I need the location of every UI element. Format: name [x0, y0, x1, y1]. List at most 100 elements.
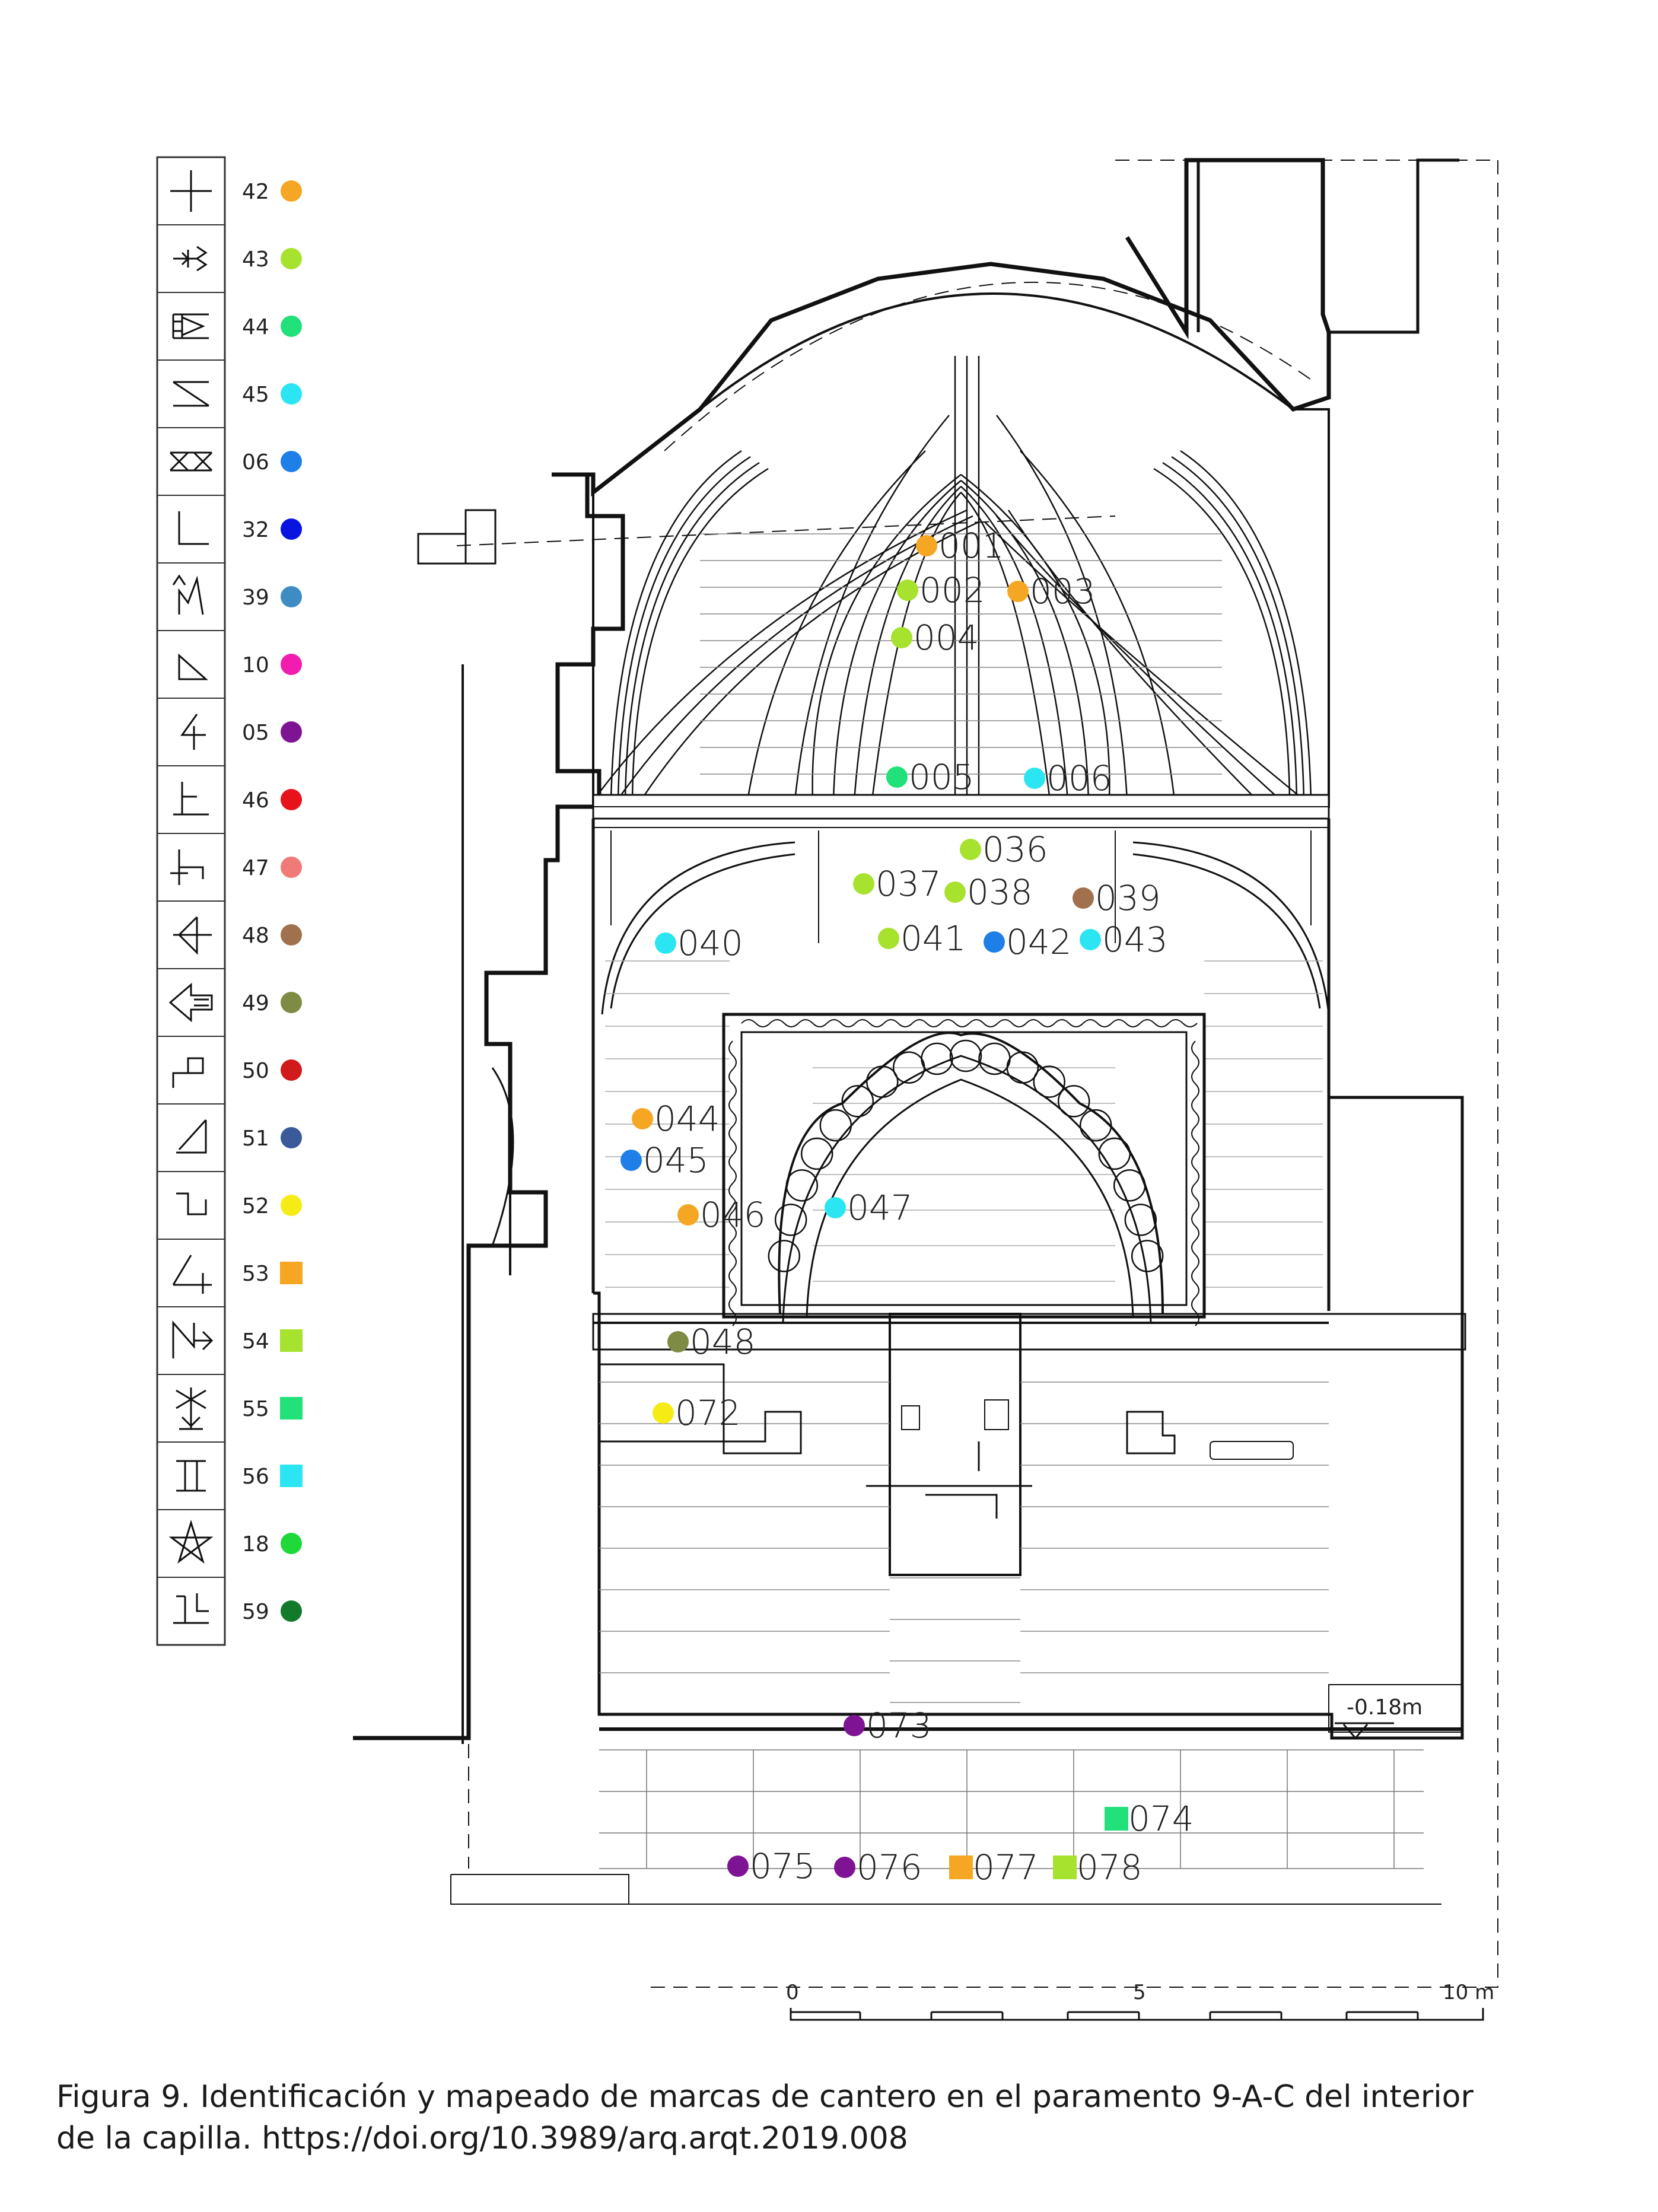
legend-swatch-10: [281, 654, 302, 675]
triangle-mark-icon: [178, 653, 208, 680]
bow-arrow-mark-icon: [173, 916, 212, 955]
mark-label: 047: [847, 1188, 913, 1228]
mark-label: 001: [938, 526, 1004, 566]
legend-swatch-45: [281, 383, 302, 405]
mark-locations: 001002 003 004 005 006 036 037 038 039 040 041 042 0…: [620, 526, 1194, 1888]
mark-symbol: [655, 932, 676, 954]
scale-bar: [790, 2008, 1484, 2021]
mason-marks-legend: 42 43 44 45 06 32 39 10 05 46 47 48 49 50 51 52 53 54 55 56…: [156, 156, 303, 1646]
mark-symbol: [944, 881, 966, 903]
mark-005: 005: [886, 757, 975, 797]
caption-line-1: Figura 9. Identificación y mapeado de ma…: [56, 2079, 1474, 2115]
chapel-elevation-drawing: 4243444506323910054647484950515253545556…: [156, 156, 1498, 2021]
scale-label-5: 5: [1133, 1981, 1146, 2004]
mark-044: 044: [632, 1099, 720, 1139]
legend-swatch-06: [281, 451, 302, 472]
legend-code-54: 54: [242, 1329, 269, 1354]
mark-symbol: [727, 1855, 749, 1877]
legend-swatch-32: [281, 518, 302, 540]
mark-symbol: [891, 627, 912, 648]
legend-swatch-50: [281, 1059, 302, 1081]
legend-swatch-43: [281, 248, 302, 269]
slash-corner-mark-icon: [176, 1119, 207, 1154]
mark-symbol: [1024, 768, 1045, 789]
mark-077: 077: [949, 1847, 1039, 1888]
mark-label: 078: [1077, 1847, 1143, 1888]
section-outline: [353, 472, 625, 1740]
mark-076: 076: [834, 1847, 922, 1888]
legend-code-48: 48: [242, 924, 269, 948]
legend-code-47: 47: [242, 856, 269, 880]
legend-swatch-48: [281, 924, 302, 946]
legend-swatch-59: [281, 1600, 302, 1622]
four-mark-icon: [180, 714, 206, 750]
mark-label: 074: [1128, 1799, 1194, 1839]
mark-symbol: [1073, 887, 1094, 909]
mark-label: 044: [654, 1099, 720, 1139]
hook-t-mark-icon: [173, 782, 209, 816]
mark-label: 045: [643, 1140, 709, 1180]
mark-047: 047: [825, 1188, 913, 1228]
mark-label: 003: [1030, 571, 1096, 612]
step-hook-mark-icon: [176, 1192, 207, 1215]
mark-label: 073: [866, 1705, 932, 1746]
portal-frame-outer: [722, 1013, 1206, 1319]
legend-code-45: 45: [242, 383, 269, 407]
legend-code-06: 06: [242, 450, 269, 475]
mark-078: 078: [1053, 1847, 1143, 1888]
legend-code-50: 50: [242, 1059, 269, 1083]
mark-label: 004: [914, 618, 979, 658]
legend-code-51: 51: [242, 1126, 269, 1151]
mark-label: 036: [982, 829, 1048, 870]
legend-swatch-56: [280, 1465, 303, 1487]
mark-039: 039: [1073, 878, 1161, 918]
legend-swatch-18: [281, 1533, 302, 1554]
pentagram-mark-icon: [168, 1519, 214, 1564]
mark-symbol: [825, 1197, 846, 1218]
legend-code-59: 59: [242, 1600, 269, 1624]
mark-symbol: [844, 1715, 865, 1736]
mark-symbol: [1053, 1855, 1077, 1879]
legend-swatch-52: [281, 1195, 302, 1216]
mark-symbol: [960, 839, 981, 860]
mark-symbol: [1007, 581, 1029, 602]
legend-swatch-39: [281, 586, 302, 607]
mark-symbol: [1080, 929, 1101, 950]
mark-symbol: [632, 1108, 653, 1129]
mark-043: 043: [1080, 919, 1168, 960]
scale-label-10: 10 m: [1443, 1981, 1494, 2004]
double-x-mark-icon: [169, 451, 213, 472]
mark-label: 037: [876, 864, 941, 904]
step-flag-mark-icon: [172, 1057, 204, 1088]
legend-code-43: 43: [242, 247, 269, 272]
legend-swatch-55: [280, 1397, 303, 1420]
mark-label: 039: [1095, 878, 1161, 918]
mark-004: 004: [891, 618, 979, 658]
mark-symbol: [878, 928, 899, 949]
mark-symbol: [916, 535, 937, 556]
mark-label: 048: [690, 1322, 756, 1362]
legend-swatch-44: [281, 316, 302, 337]
mark-label: 077: [973, 1847, 1039, 1888]
n-arrow-mark-icon: [172, 1320, 214, 1358]
caption-line-2: de la capilla. https://doi.org/10.3989/a…: [56, 2121, 908, 2156]
right-angle-mark-icon: [178, 511, 209, 545]
legend-swatch-42: [281, 180, 302, 202]
mark-072: 072: [653, 1393, 741, 1433]
arrow-x-mark-icon: [176, 1387, 206, 1430]
figure-caption: Figura 9. Identificación y mapeado de ma…: [56, 2076, 1622, 2159]
legend-code-42: 42: [242, 180, 269, 204]
legend-swatch-05: [281, 721, 302, 743]
legend-code-10: 10: [242, 653, 269, 677]
ladder-flag-mark-icon: [172, 313, 209, 339]
legend-code-18: 18: [242, 1532, 269, 1557]
mark-045: 045: [620, 1140, 709, 1180]
mark-label: 076: [857, 1847, 922, 1888]
mark-073: 073: [844, 1705, 932, 1746]
mark-label: 072: [675, 1393, 741, 1433]
mark-symbol: [886, 766, 908, 788]
arrow-m-mark-icon: [172, 574, 204, 615]
mark-075: 075: [727, 1846, 816, 1886]
central-niche: [889, 1313, 1021, 1576]
legend-code-32: 32: [242, 518, 269, 542]
